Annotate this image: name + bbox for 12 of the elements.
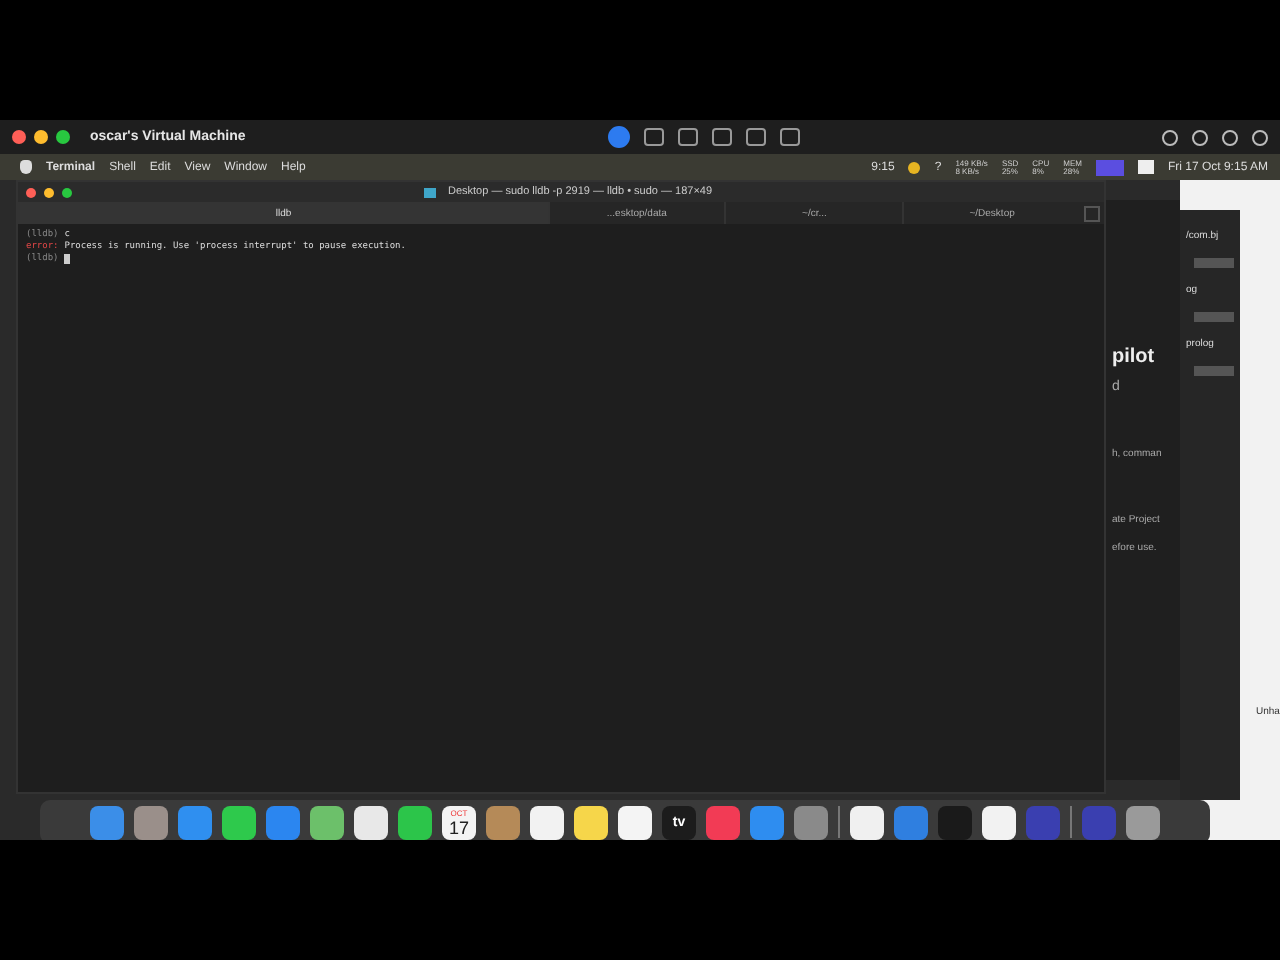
close-button[interactable] [12,130,26,144]
calendar-day: 17 [448,817,469,837]
minimize-button[interactable] [34,130,48,144]
zoom-button[interactable] [62,187,72,197]
minimize-button[interactable] [44,187,54,197]
input-field[interactable] [1194,258,1234,268]
zoom-button[interactable] [56,130,70,144]
input-field[interactable] [1194,366,1234,376]
cursor [64,254,71,264]
window-text: pilot [1112,346,1155,368]
close-button[interactable] [26,187,36,197]
input-field[interactable] [1194,312,1234,322]
